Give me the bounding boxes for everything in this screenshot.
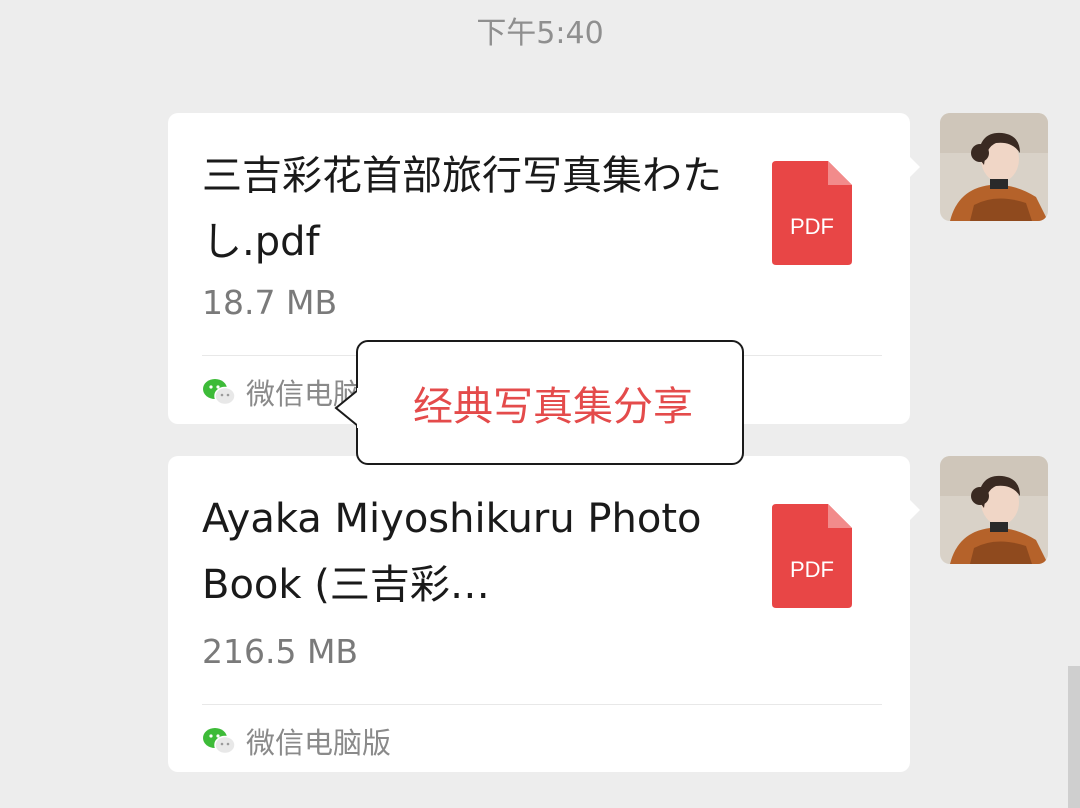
user-avatar[interactable] xyxy=(940,113,1048,221)
file-source: 微信电脑版 xyxy=(202,720,391,762)
file-name: Ayaka Miyoshikuru Photo Book (三吉彩… xyxy=(202,496,702,608)
scrollbar[interactable] xyxy=(1068,666,1080,808)
wechat-icon xyxy=(203,379,236,406)
bubble-tail xyxy=(908,155,920,179)
pdf-label: PDF xyxy=(790,214,834,239)
source-label: 微信电脑版 xyxy=(246,726,392,760)
card-divider xyxy=(202,704,882,705)
callout-pointer xyxy=(334,388,360,428)
file-message-card[interactable]: Ayaka Miyoshikuru Photo Book (三吉彩… 216.5… xyxy=(168,456,920,772)
file-name: 三吉彩花首部旅行写真集わたし.pdf xyxy=(202,153,722,265)
bubble-tail xyxy=(908,498,920,522)
annotation-callout: 经典写真集分享 xyxy=(356,340,744,465)
pdf-file-icon: PDF xyxy=(772,161,852,265)
user-avatar[interactable] xyxy=(940,456,1048,564)
chat-timestamp: 下午5:40 xyxy=(476,16,604,51)
annotation-text: 经典写真集分享 xyxy=(413,383,693,430)
file-size: 18.7 MB xyxy=(202,283,338,322)
wechat-icon xyxy=(203,728,236,755)
pdf-file-icon: PDF xyxy=(772,504,852,608)
file-size: 216.5 MB xyxy=(202,632,359,671)
pdf-label: PDF xyxy=(790,557,834,582)
